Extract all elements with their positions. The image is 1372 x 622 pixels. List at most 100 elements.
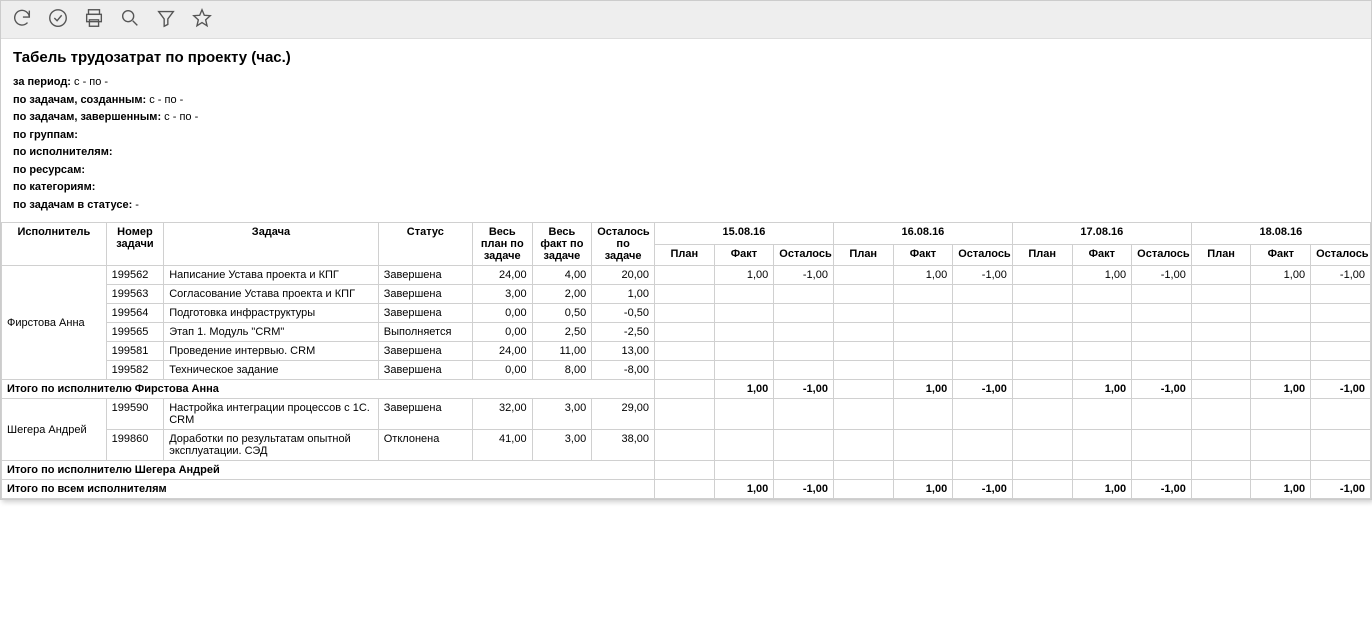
col-fact: Факт [1251,244,1311,266]
cell-executor: Шегера Андрей [2,399,107,461]
cell-day-fact: 1,00 [1072,266,1132,285]
refresh-icon[interactable] [11,7,33,32]
cell-day-plan [655,430,715,461]
star-icon[interactable] [191,7,213,32]
subtotal-fact [714,461,774,480]
col-date: 17.08.16 [1012,223,1191,245]
grand-fact: 1,00 [1072,480,1132,499]
cell-day-remain [774,323,834,342]
cell-day-remain [774,361,834,380]
grand-remain: -1,00 [1311,480,1371,499]
cell-day-fact [1251,285,1311,304]
col-fact: Факт [1072,244,1132,266]
cell-remain: -0,50 [592,304,655,323]
cell-day-plan [655,323,715,342]
cell-taskname: Согласование Устава проекта и КПГ [164,285,379,304]
cell-day-fact [1072,323,1132,342]
filter-label: по категориям: [13,181,95,193]
table-row: 199563Согласование Устава проекта и КПГЗ… [2,285,1371,304]
col-date: 18.08.16 [1191,223,1370,245]
subtotal-remain [1311,461,1371,480]
cell-day-fact [1251,430,1311,461]
grand-remain: -1,00 [774,480,834,499]
grand-row: Итого по всем исполнителям1,00-1,001,00-… [2,480,1371,499]
cell-taskno: 199564 [106,304,164,323]
cell-day-plan [833,342,893,361]
grand-plan [1191,480,1251,499]
cell-status: Завершена [378,361,472,380]
subtotal-remain: -1,00 [774,380,834,399]
search-icon[interactable] [119,7,141,32]
cell-plan: 24,00 [472,342,532,361]
col-plan: План [1012,244,1072,266]
cell-taskno: 199562 [106,266,164,285]
cell-taskno: 199581 [106,342,164,361]
cell-day-fact [893,430,953,461]
cell-day-fact [1072,430,1132,461]
subtotal-plan [1012,380,1072,399]
cell-day-remain [774,399,834,430]
cell-day-plan [833,304,893,323]
cell-status: Завершена [378,399,472,430]
cell-taskno: 199582 [106,361,164,380]
cell-day-plan [833,399,893,430]
cell-day-fact [714,304,774,323]
cell-day-remain [1132,399,1192,430]
filter-label: по группам: [13,129,78,141]
cell-day-remain [1132,361,1192,380]
print-icon[interactable] [83,7,105,32]
cell-day-remain [1132,304,1192,323]
cell-day-fact: 1,00 [893,266,953,285]
cell-day-fact [893,304,953,323]
cell-day-plan [655,342,715,361]
cell-fact: 3,00 [532,399,592,430]
cell-day-plan [1012,399,1072,430]
filter-value: с - по - [74,76,108,88]
table-row: Фирстова Анна199562Написание Устава прое… [2,266,1371,285]
subtotal-remain [774,461,834,480]
cell-day-fact [1072,342,1132,361]
cell-status: Завершена [378,342,472,361]
report-table: ИсполнительНомер задачиЗадачаСтатусВесь … [1,222,1371,499]
cell-day-plan [655,361,715,380]
cell-day-plan [833,266,893,285]
cell-day-plan [1191,285,1251,304]
cell-fact: 3,00 [532,430,592,461]
subtotal-remain: -1,00 [953,380,1013,399]
report-header: Табель трудозатрат по проекту (час.) за … [1,39,1371,222]
cell-day-fact [714,342,774,361]
col-date: 15.08.16 [655,223,834,245]
cell-day-plan [833,361,893,380]
cell-remain: -8,00 [592,361,655,380]
cell-remain: 1,00 [592,285,655,304]
col-total-fact: Весь факт по задаче [532,223,592,266]
cell-status: Выполняется [378,323,472,342]
cell-day-remain [774,304,834,323]
grand-fact: 1,00 [714,480,774,499]
filter-label: по задачам, созданным: [13,94,146,106]
cell-day-plan [1191,323,1251,342]
cell-day-remain [1311,430,1371,461]
cell-remain: 20,00 [592,266,655,285]
cell-day-remain [1311,285,1371,304]
cell-status: Завершена [378,304,472,323]
check-icon[interactable] [47,7,69,32]
cell-taskname: Подготовка инфраструктуры [164,304,379,323]
cell-day-remain [1132,342,1192,361]
subtotal-plan [1191,461,1251,480]
report-title: Табель трудозатрат по проекту (час.) [13,49,1359,66]
col-remain: Осталось [1132,244,1192,266]
cell-day-remain [1311,361,1371,380]
cell-taskno: 199590 [106,399,164,430]
cell-taskname: Настройка интеграции процессов с 1С. CRM [164,399,379,430]
cell-day-fact [1072,304,1132,323]
col-plan: План [1191,244,1251,266]
cell-day-remain: -1,00 [1311,266,1371,285]
cell-day-fact [714,361,774,380]
filter-icon[interactable] [155,7,177,32]
subtotal-label: Итого по исполнителю Фирстова Анна [2,380,655,399]
cell-day-plan [655,285,715,304]
subtotal-plan [833,461,893,480]
cell-day-remain [953,430,1013,461]
subtotal-plan [1191,380,1251,399]
